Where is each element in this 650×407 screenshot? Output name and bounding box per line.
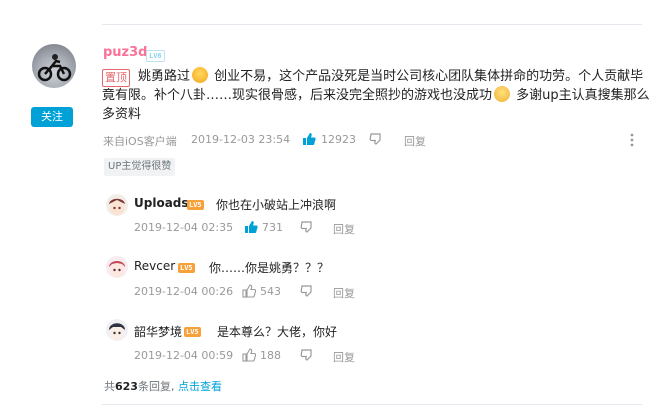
follow-button[interactable]: 关注 <box>31 107 73 127</box>
view-replies-link[interactable]: 点击查看 <box>178 380 222 393</box>
level-badge: LV5 <box>187 200 204 210</box>
thumb-down-icon[interactable] <box>300 220 314 234</box>
thumb-down-icon[interactable] <box>300 284 314 298</box>
laugh-emoji-icon <box>192 67 209 83</box>
thumb-down-icon[interactable] <box>300 348 314 362</box>
reply-username[interactable]: 韶华梦境 <box>134 323 182 340</box>
anime-avatar-icon <box>109 261 125 277</box>
reply-text: 你也在小破站上冲浪啊 <box>216 198 337 212</box>
reply-avatar[interactable] <box>106 319 128 341</box>
like-count: 12923 <box>321 133 356 146</box>
like-count: 731 <box>262 221 283 234</box>
thumb-down-icon[interactable] <box>369 132 383 146</box>
reply-username[interactable]: Uploads <box>134 196 189 210</box>
reply-avatar[interactable] <box>106 194 128 216</box>
reply-count: 623 <box>115 380 138 393</box>
comment-username[interactable]: puz3d <box>103 45 147 60</box>
bottom-divider <box>102 404 642 405</box>
total-prefix: 共 <box>104 380 115 393</box>
motorcycle-icon <box>37 54 72 82</box>
more-icon[interactable] <box>630 133 634 147</box>
reply-text: 是本尊么？大佬，你好 <box>217 325 338 339</box>
anime-avatar-icon <box>109 198 125 215</box>
comment-source: 来自iOS客户端 <box>103 135 177 148</box>
top-divider <box>102 24 642 25</box>
thumb-up-icon[interactable] <box>302 132 316 146</box>
thumb-up-icon[interactable] <box>242 348 256 362</box>
reply-avatar[interactable] <box>106 256 128 278</box>
reply-button[interactable]: 回复 <box>333 221 355 237</box>
total-replies: 共623条回复, 点击查看 <box>104 378 222 394</box>
reply-timestamp: 2019-12-04 00:59 <box>134 349 234 362</box>
level-badge: LV5 <box>178 263 195 273</box>
anime-avatar-icon <box>109 323 125 340</box>
smirk-emoji-icon <box>494 86 511 102</box>
level-badge: LV6 <box>146 50 165 62</box>
up-liked-badge: UP主觉得很赞 <box>104 158 176 176</box>
reply-button[interactable]: 回复 <box>333 349 355 365</box>
user-avatar[interactable] <box>32 44 76 88</box>
level-badge: LV5 <box>184 327 201 337</box>
reply-text: 你……你是姚勇？？？ <box>209 261 330 275</box>
reply-timestamp: 2019-12-04 00:26 <box>134 285 234 298</box>
like-count: 543 <box>260 285 281 298</box>
like-count: 188 <box>260 349 281 362</box>
comment-text-part1: 姚勇路过 <box>138 69 191 84</box>
reply-timestamp: 2019-12-04 02:35 <box>134 221 234 234</box>
comment-text: 姚勇路过 创业不易，这个产品没死是当时公司核心团队集体拼命的功劳。个人贡献毕竟有… <box>102 67 650 124</box>
reply-button[interactable]: 回复 <box>333 285 355 301</box>
reply-username[interactable]: Revcer <box>134 259 175 273</box>
reply-button[interactable]: 回复 <box>404 133 426 149</box>
comment-timestamp: 2019-12-03 23:54 <box>191 133 291 146</box>
thumb-up-icon[interactable] <box>244 220 258 234</box>
thumb-up-icon[interactable] <box>242 284 256 298</box>
total-suffix: 条回复, <box>137 380 175 393</box>
